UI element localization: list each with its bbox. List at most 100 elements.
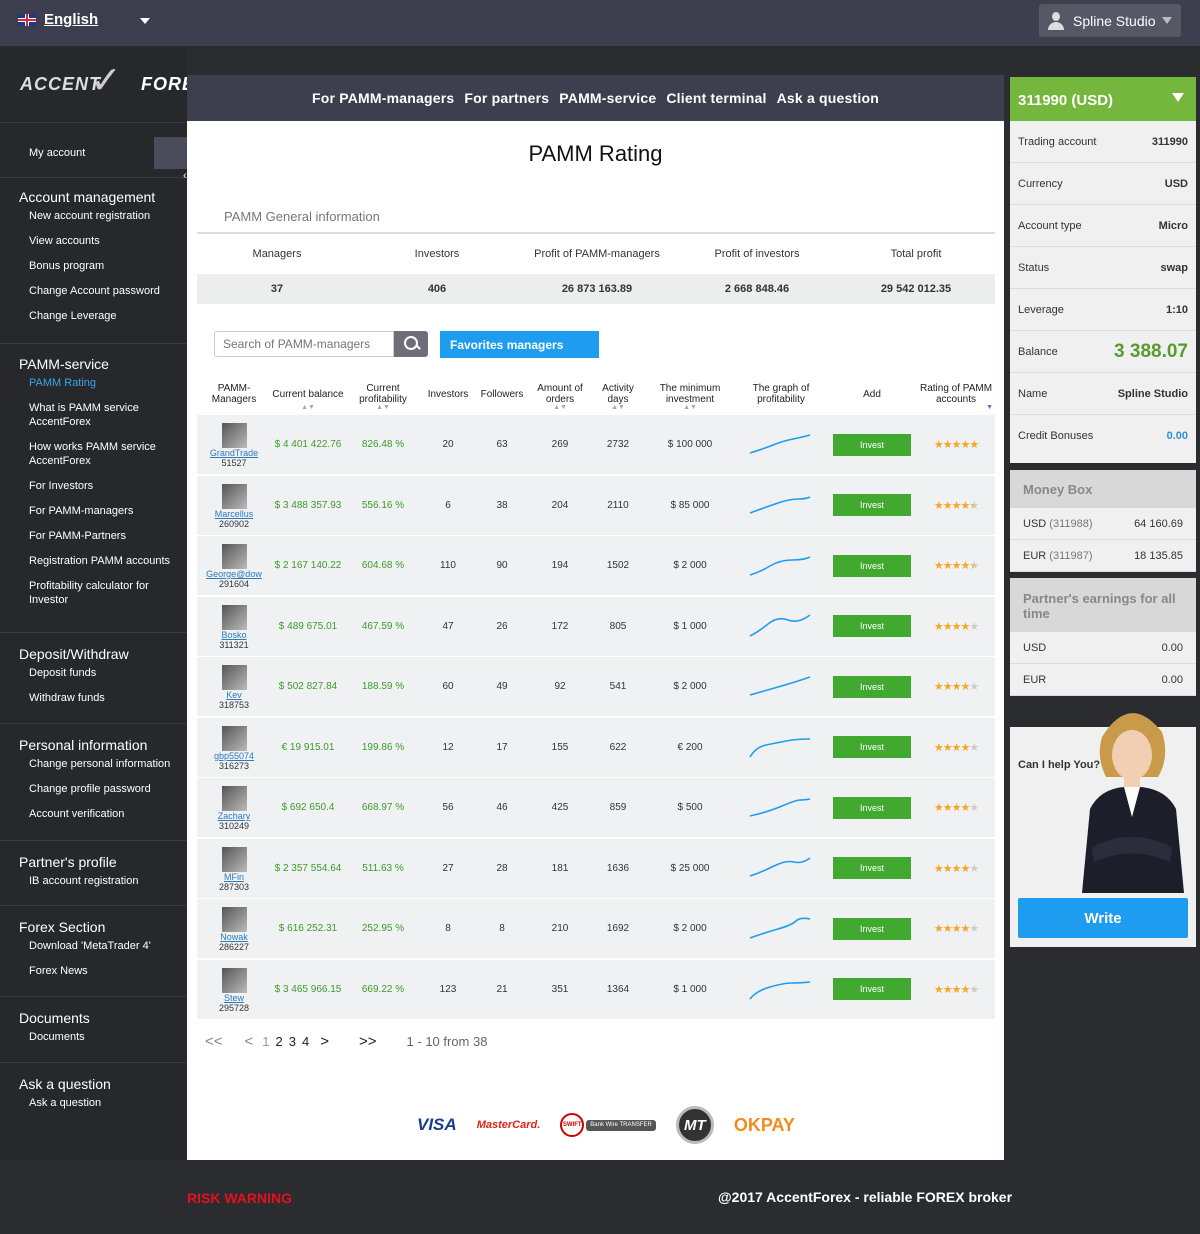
nav-for-pamm-managers[interactable]: For PAMM-managers [312,90,454,106]
avatar[interactable] [221,544,247,569]
page-3[interactable]: 3 [289,1034,296,1049]
next-page-button[interactable]: > [320,1033,329,1050]
col-investors[interactable]: Investors [421,373,475,415]
manager-name-link[interactable]: Kev [226,690,242,700]
invest-button[interactable]: Invest [833,675,911,698]
prev-page-button[interactable]: < [245,1033,254,1050]
manager-name-link[interactable]: Nowak [220,932,248,942]
sidebar-item[interactable]: Forex News [0,964,187,978]
invest-button[interactable]: Invest [833,494,911,516]
sidebar-item[interactable]: PAMM Rating [0,376,187,390]
col-activity-days[interactable]: Activity days ▲▼ [591,373,645,415]
avatar[interactable] [221,665,247,690]
logo[interactable]: ACCENT ✓ FOREX [20,60,208,102]
risk-warning-link[interactable]: RISK WARNING [187,1190,292,1206]
nav-for-partners[interactable]: For partners [464,90,549,106]
language-selector[interactable]: English [18,11,98,28]
col-profitability[interactable]: Current profitability ▲▼ [345,373,421,415]
col-balance[interactable]: Current balance ▲▼ [271,373,345,415]
manager-name-link[interactable]: MFin [224,872,244,882]
col-followers[interactable]: Followers [475,373,529,415]
write-button[interactable]: Write [1018,898,1188,938]
page-4[interactable]: 4 [302,1034,309,1049]
sidebar-item[interactable]: IB account registration [0,874,187,888]
sidebar-item[interactable]: Deposit funds [0,666,187,680]
days-cell: 1636 [591,839,645,898]
account-row-label: Leverage [1018,303,1064,316]
avatar[interactable] [221,725,247,751]
manager-name-link[interactable]: Zachary [218,811,251,821]
avatar[interactable] [221,907,247,932]
manager-name-link[interactable]: Bosko [221,630,246,640]
invest-button[interactable]: Invest [833,433,911,456]
page-2[interactable]: 2 [276,1034,283,1049]
invest-button[interactable]: Invest [833,615,911,637]
invest-button[interactable]: Invest [833,796,911,819]
sidebar-item[interactable]: For PAMM-Partners [0,529,187,543]
sidebar-item[interactable]: View accounts [0,234,187,248]
sidebar-item[interactable]: Change profile password [0,782,187,796]
partner-value: 0.00 [1161,641,1183,654]
sidebar-item[interactable]: How works PAMM service AccentForex [0,440,187,468]
user-menu-button[interactable]: Spline Studio [1039,4,1181,37]
chevron-down-icon[interactable] [140,18,150,24]
my-account-link[interactable]: My account [29,147,85,159]
invest-button[interactable]: Invest [833,978,911,1000]
gi-header-total-profit: Total profit [890,248,942,260]
sidebar-item[interactable]: Bonus program [0,259,187,273]
sidebar-item[interactable]: Registration PAMM accounts [0,554,187,568]
invest-button[interactable]: Invest [833,554,911,577]
sidebar-item[interactable]: Profitability calculator for Investor [0,579,187,607]
account-selector[interactable]: 311990 (USD) [1010,77,1196,121]
col-min-investment[interactable]: The minimum investment ▲▼ [645,373,735,415]
page-1[interactable]: 1 [262,1034,269,1049]
sidebar-item[interactable]: Change Leverage [0,309,187,323]
favorites-managers-button[interactable]: Favorites managers [440,331,599,358]
manager-name-link[interactable]: gbp55074 [214,751,254,761]
investors-value: 56 [442,802,454,813]
invest-button[interactable]: Invest [833,917,911,940]
sidebar-item[interactable]: Ask a question [0,1096,187,1110]
invest-button[interactable]: Invest [833,736,911,758]
nav-client-terminal[interactable]: Client terminal [666,90,766,106]
avatar[interactable] [221,604,247,630]
manager-name-link[interactable]: Marcellus [215,509,254,519]
avatar[interactable] [221,483,247,509]
nav-ask-question[interactable]: Ask a question [777,90,879,106]
sidebar-item[interactable]: Change Account password [0,284,187,298]
avatar[interactable] [221,846,247,872]
money-box-row: USD (311988) 64 160.69 [1010,508,1196,540]
search-button[interactable] [394,331,428,357]
col-orders[interactable]: Amount of orders ▲▼ [529,373,591,415]
avatar[interactable] [221,786,247,811]
sidebar-group-title: Documents [19,1010,90,1026]
min-investment-cell: $ 2 000 [645,899,735,958]
language-label[interactable]: English [44,11,98,28]
partner-earnings-title: Partner's earnings for all time [1010,578,1196,632]
sidebar-item[interactable]: For PAMM-managers [0,504,187,518]
sidebar-item[interactable]: Download 'MetaTrader 4' [0,939,187,953]
sidebar-item[interactable]: What is PAMM service AccentForex [0,401,187,429]
sidebar-item[interactable]: New account registration [0,209,187,223]
sidebar-item[interactable]: Documents [0,1030,187,1044]
last-page-button[interactable]: >> [359,1033,377,1050]
sidebar-item[interactable]: Account verification [0,807,187,821]
sidebar-item[interactable]: For Investors [0,479,187,493]
first-page-button[interactable]: << [205,1033,223,1050]
money-box-account: (311988) [1049,517,1093,530]
followers-value: 8 [499,923,505,934]
collapse-sidebar-button[interactable]: ‹ [154,137,187,182]
partner-value: 0.00 [1161,673,1183,686]
nav-pamm-service[interactable]: PAMM-service [559,90,656,106]
sidebar-item[interactable]: Withdraw funds [0,691,187,705]
manager-name-link[interactable]: GrandTrade [210,448,258,458]
manager-name-link[interactable]: George@dow [206,569,262,579]
invest-button[interactable]: Invest [833,857,911,879]
sidebar-item[interactable]: Change personal information [0,757,187,771]
col-managers[interactable]: PAMM-Managers [197,373,271,415]
col-rating[interactable]: Rating of PAMM accounts ▼ [917,373,995,415]
manager-name-link[interactable]: Stew [224,993,244,1003]
avatar[interactable] [221,423,247,448]
avatar[interactable] [221,967,247,993]
search-input[interactable] [214,331,394,357]
